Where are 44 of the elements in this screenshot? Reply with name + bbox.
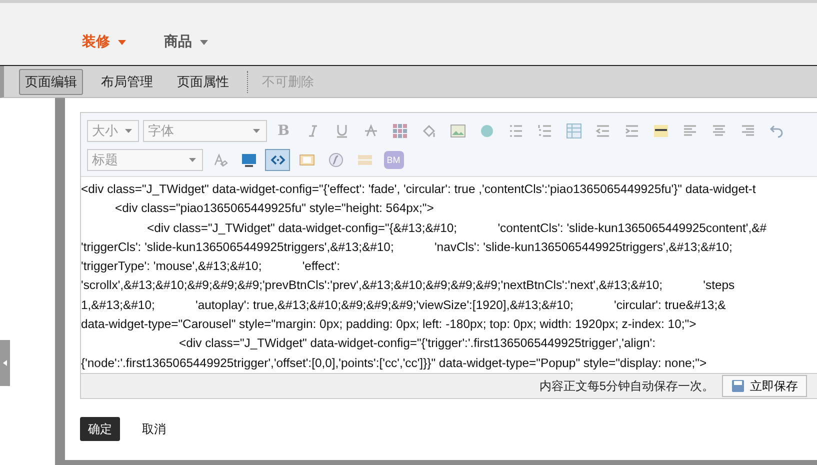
page-tab[interactable]: 布局管理 — [95, 68, 159, 94]
collapse-handle[interactable] — [0, 340, 10, 386]
indent-icon — [624, 123, 640, 139]
bullet-list-icon — [508, 123, 524, 139]
clear-format-icon — [212, 152, 228, 168]
nav-menu[interactable]: 商品 — [164, 33, 208, 51]
cancel-button[interactable]: 取消 — [134, 417, 174, 441]
autosave-note: 内容正文每5分钟自动保存一次。 — [539, 378, 714, 394]
confirm-button[interactable]: 确定 — [80, 417, 120, 441]
outdent-icon — [594, 123, 610, 139]
strikethrough-icon — [362, 123, 378, 139]
align-center-icon — [710, 123, 726, 139]
template-icon — [356, 152, 372, 168]
caret-icon — [125, 129, 132, 133]
monitor-icon — [240, 152, 256, 168]
code-line: 1,&#13;&#10; 'autoplay': true,&#13;&#10;&#9;&#9;&#9;'viewSize':[1920],&#13;&#10; 'circular': true&#13;& — [81, 296, 726, 314]
flash-icon — [328, 152, 344, 168]
code-line: <div class="piao1365065449925fu" style="height: 564px;"> — [114, 200, 434, 218]
numbered-list-icon — [536, 123, 552, 139]
align-left-icon — [682, 123, 698, 139]
image-icon — [450, 123, 466, 139]
code-line: <div class="J_TWidget" data-widget-config="{'effect': 'fade', 'circular': true ,'contentCls':'piao1365065449925fu'}" data-widget-t — [81, 181, 756, 198]
code-line: <div class="J_TWidget" data-widget-config="{&#13;&#10; 'contentCls': 'slide-kun1365065449925content',&# — [146, 220, 767, 237]
page-tab[interactable]: 页面属性 — [171, 68, 235, 94]
save-now-button[interactable]: 立即保存 — [722, 375, 807, 397]
code-line: 'triggerType': 'mouse',&#13;&#10; 'effect': — [81, 258, 340, 276]
caret-icon — [189, 158, 196, 162]
code-line: 'scrollx',&#13;&#10;&#9;&#9;&#9;'prevBtnCls':'prev',&#13;&#10;&#9;&#9;&#9;'nextBtnCls':'next',&#13;&#10; 'steps — [81, 277, 735, 294]
align-right-icon — [740, 123, 756, 139]
caret-icon — [253, 129, 260, 133]
color-grid-icon — [392, 123, 408, 139]
nav-menu[interactable]: 装修 — [82, 33, 126, 51]
undo-icon — [768, 123, 784, 139]
code-line: 'triggerCls': 'slide-kun1365065449925triggers',&#13;&#10; 'navCls': 'slide-kun1365065449925triggers',&#13;&#10; — [81, 238, 732, 256]
code-line: data-widget-type="Carousel" style="margin: 0px; padding: 0px; left: -180px; top: 0px; width: 1920px; z-index: 10;"> — [81, 316, 696, 334]
code-line: <div class="J_TWidget" data-widget-config="{'trigger':'.first1365065449925trigger','align': — [178, 335, 656, 352]
code-button[interactable] — [265, 149, 290, 171]
caret-icon — [200, 40, 208, 44]
page-tab[interactable]: 页面编辑 — [19, 68, 83, 94]
caret-icon — [3, 360, 7, 366]
table-icon — [566, 123, 582, 139]
frame-icon — [298, 152, 314, 168]
caret-icon — [118, 40, 126, 44]
code-line: {'node':'.first1365065449925trigger','offset':[0,0],'points':['cc','cc']}}" data-widget-type="Popup" style="display: none;"> — [81, 354, 707, 372]
